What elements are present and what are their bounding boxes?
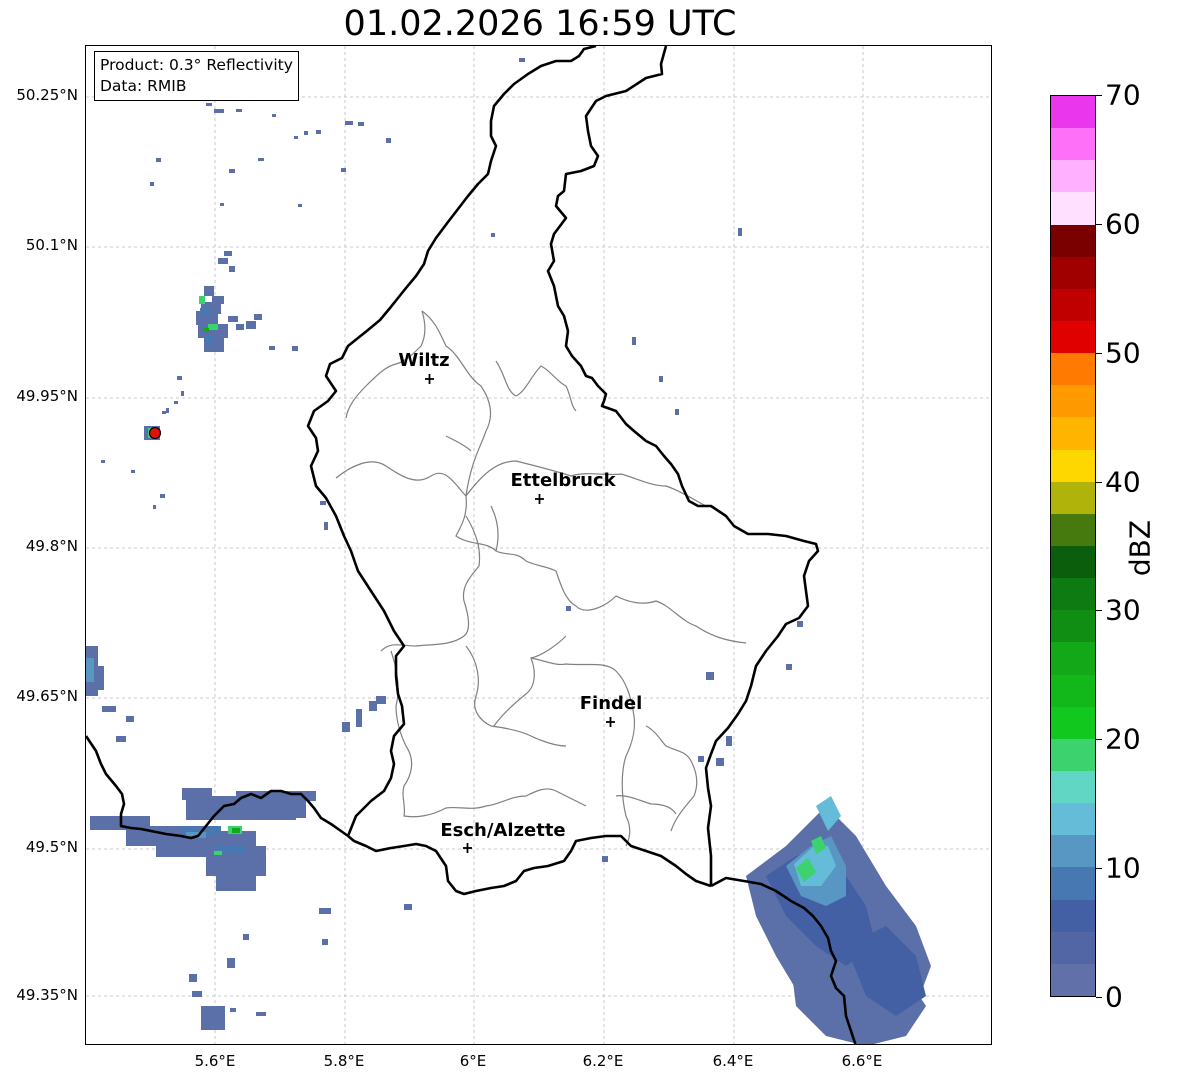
lon-tick-label: 6.6°E (841, 1052, 883, 1070)
colorbar-cell (1051, 224, 1095, 257)
lon-tick-label: 6.4°E (712, 1052, 754, 1070)
colorbar-cell (1051, 417, 1095, 450)
colorbar-tick-mark (1096, 95, 1102, 96)
canton-boundaries (335, 310, 747, 847)
colorbar-tick-mark (1096, 868, 1102, 870)
colorbar-tick-label: 20 (1105, 722, 1141, 756)
colorbar-cell (1051, 867, 1095, 900)
colorbar-cell (1051, 803, 1095, 836)
colorbar-cell (1051, 835, 1095, 868)
data-source-text: Data: RMIB (100, 77, 187, 95)
colorbar-tick-label: 60 (1105, 207, 1141, 241)
colorbar-tick-mark (1096, 481, 1102, 483)
colorbar-cell (1051, 963, 1095, 996)
city-label-esch: Esch/Alzette (440, 820, 566, 841)
lon-tick-label: 5.6°E (194, 1052, 236, 1070)
colorbar-cell (1051, 353, 1095, 386)
lat-tick-label: 49.5°N (25, 838, 78, 856)
colorbar-cell (1051, 256, 1095, 289)
colorbar-cell (1051, 706, 1095, 739)
colorbar-tick-mark (1096, 223, 1102, 225)
colorbar-cell (1051, 771, 1095, 804)
info-box: Product: 0.3° Reflectivity Data: RMIB (94, 51, 299, 101)
colorbar-label: dBZ (1123, 519, 1157, 577)
colorbar-cell (1051, 449, 1095, 482)
product-text: Product: 0.3° Reflectivity (100, 56, 293, 74)
lat-tick-label: 49.65°N (16, 687, 78, 705)
colorbar-cell (1051, 578, 1095, 611)
colorbar-cell (1051, 610, 1095, 643)
colorbar-tick-label: 10 (1105, 851, 1141, 885)
radar-site-marker (148, 426, 162, 440)
lat-tick-label: 50.1°N (25, 236, 78, 254)
colorbar-cell (1051, 481, 1095, 514)
colorbar-tick-mark (1096, 610, 1102, 612)
colorbar-tick-mark (1096, 739, 1102, 741)
lon-tick-label: 5.8°E (323, 1052, 365, 1070)
colorbar-tick-label: 0 (1105, 980, 1123, 1014)
colorbar-tick-label: 30 (1105, 593, 1141, 627)
colorbar-tick-mark (1096, 352, 1102, 354)
colorbar-cell (1051, 96, 1095, 129)
lat-tick-label: 49.8°N (25, 537, 78, 555)
figure-title: 01.02.2026 16:59 UTC (343, 4, 737, 44)
lon-tick-label: 6.2°E (582, 1052, 624, 1070)
colorbar-cell (1051, 160, 1095, 193)
lat-tick-label: 49.95°N (16, 387, 78, 405)
colorbar-cell (1051, 738, 1095, 772)
map-frame[interactable] (85, 45, 992, 1045)
colorbar-cell (1051, 546, 1095, 579)
country-borders (86, 46, 857, 1044)
colorbar-cell (1051, 321, 1095, 354)
colorbar-cell (1051, 674, 1095, 707)
city-label-ettelbruck: Ettelbruck (510, 470, 616, 491)
lat-tick-label: 50.25°N (16, 86, 78, 104)
colorbar-cell (1051, 899, 1095, 932)
city-markers (425, 374, 615, 853)
lat-tick-label: 49.35°N (16, 986, 78, 1004)
colorbar-tick-label: 70 (1105, 78, 1141, 112)
radar-map (86, 46, 991, 1044)
city-label-wiltz: Wiltz (398, 350, 450, 371)
lon-tick-label: 6°E (459, 1052, 487, 1070)
colorbar-tick-mark (1096, 997, 1102, 998)
colorbar-cell (1051, 513, 1095, 547)
city-label-findel: Findel (579, 693, 643, 714)
colorbar-tick-label: 40 (1105, 465, 1141, 499)
colorbar (1050, 95, 1096, 997)
radar-echoes (86, 58, 931, 1044)
colorbar-cell (1051, 642, 1095, 675)
colorbar-cell (1051, 288, 1095, 322)
colorbar-cell (1051, 385, 1095, 418)
colorbar-cell (1051, 192, 1095, 225)
colorbar-cell (1051, 931, 1095, 964)
colorbar-cell (1051, 128, 1095, 161)
colorbar-tick-label: 50 (1105, 336, 1141, 370)
